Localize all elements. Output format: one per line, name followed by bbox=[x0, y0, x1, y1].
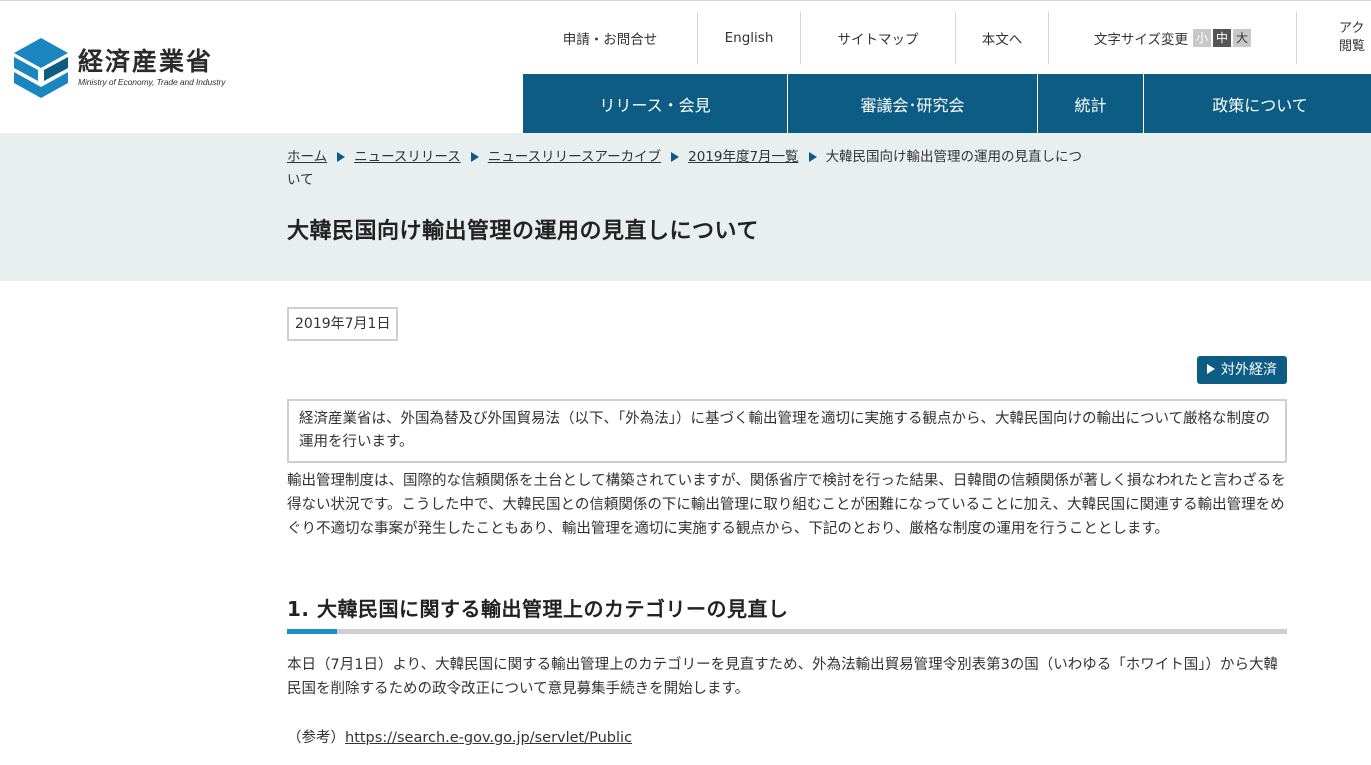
nav-releases[interactable]: リリース・会見 bbox=[523, 74, 788, 134]
font-size-medium-button[interactable]: 中 bbox=[1213, 29, 1232, 47]
utility-nav: 申請・お問合せ English サイトマップ 本文へ 文字サイズ変更 小 中 大… bbox=[523, 12, 1371, 64]
nav-councils[interactable]: 審議会･研究会 bbox=[788, 74, 1038, 134]
breadcrumb-news-release[interactable]: ニュースリリース bbox=[354, 149, 461, 165]
font-size-small-button[interactable]: 小 bbox=[1193, 29, 1212, 47]
breadcrumb-separator-icon bbox=[470, 152, 479, 162]
accessibility-link[interactable]: アク 閲覧 bbox=[1297, 12, 1371, 64]
page-title: 大韓民国向け輸出管理の運用の見直しについて bbox=[287, 219, 759, 244]
skip-to-content-link[interactable]: 本文へ bbox=[956, 12, 1049, 64]
font-size-large-button[interactable]: 大 bbox=[1233, 29, 1252, 47]
breadcrumb-archive[interactable]: ニュースリリースアーカイブ bbox=[488, 149, 661, 165]
nav-statistics[interactable]: 統計 bbox=[1038, 74, 1144, 134]
main-nav: リリース・会見 審議会･研究会 統計 政策について bbox=[523, 74, 1371, 134]
accessibility-link-line1: アク bbox=[1339, 21, 1365, 36]
body-paragraph: 輸出管理制度は、国際的な信頼関係を土台として構築されていますが、関係省庁で検討を… bbox=[287, 473, 1286, 537]
lead-summary: 経済産業省は、外国為替及び外国貿易法（以下、「外為法」）に基づく輸出管理を適切に… bbox=[287, 399, 1287, 463]
category-tag-label: 対外経済 bbox=[1221, 362, 1277, 378]
breadcrumb: ホーム ニュースリリース ニュースリリースアーカイブ 2019年度7月一覧 大韓民国向け… bbox=[287, 146, 1087, 192]
meti-logo-icon bbox=[14, 38, 68, 98]
english-link[interactable]: English bbox=[698, 12, 801, 64]
reference-label: （参考） bbox=[287, 730, 345, 746]
font-size-label: 文字サイズ変更 bbox=[1093, 32, 1189, 48]
breadcrumb-separator-icon bbox=[671, 152, 680, 162]
play-triangle-icon bbox=[1207, 364, 1215, 374]
logo-subtitle: Ministry of Economy, Trade and Industry bbox=[78, 77, 226, 87]
breadcrumb-month-list[interactable]: 2019年度7月一覧 bbox=[688, 149, 798, 165]
section-heading-1: 1. 大韓民国に関する輸出管理上のカテゴリーの見直し bbox=[287, 597, 789, 621]
sitemap-link[interactable]: サイトマップ bbox=[801, 12, 956, 64]
category-tag-button[interactable]: 対外経済 bbox=[1197, 356, 1287, 384]
title-band: ホーム ニュースリリース ニュースリリースアーカイブ 2019年度7月一覧大韓民国向け… bbox=[0, 133, 1371, 281]
reference-link[interactable]: https://search.e-gov.go.jp/servlet/Publi… bbox=[345, 730, 632, 746]
site-header: 経済産業省 Ministry of Economy, Trade and Ind… bbox=[0, 0, 1371, 134]
breadcrumb-home[interactable]: ホーム bbox=[287, 149, 327, 165]
section-divider bbox=[287, 629, 1287, 634]
reference-line: （参考）https://search.e-gov.go.jp/servlet/P… bbox=[287, 726, 632, 750]
section-divider-accent bbox=[287, 629, 337, 634]
meti-logo[interactable]: 経済産業省 Ministry of Economy, Trade and Ind… bbox=[14, 38, 226, 98]
breadcrumb-separator-icon bbox=[337, 152, 346, 162]
font-size-control: 文字サイズ変更 小 中 大 bbox=[1049, 12, 1297, 64]
contact-link[interactable]: 申請・お問合せ bbox=[523, 12, 698, 64]
nav-policies[interactable]: 政策について bbox=[1144, 74, 1371, 134]
release-date: 2019年7月1日 bbox=[287, 307, 399, 341]
accessibility-link-line2: 閲覧 bbox=[1339, 39, 1366, 54]
logo-title: 経済産業省 bbox=[78, 47, 214, 76]
section-1-paragraph: 本日（7月1日）より、大韓民国に関する輸出管理上のカテゴリーを見直すため、外為法… bbox=[287, 657, 1279, 697]
breadcrumb-separator-icon bbox=[808, 152, 817, 162]
